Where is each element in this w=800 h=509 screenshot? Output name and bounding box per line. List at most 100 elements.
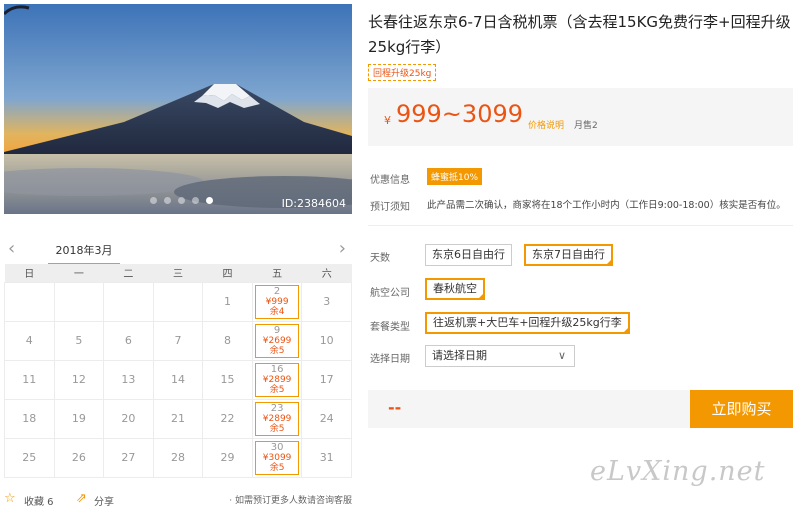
currency-symbol: ¥ (384, 114, 391, 127)
star-icon[interactable]: ☆ (4, 491, 16, 506)
day-stock: 余4 (269, 306, 285, 317)
chevron-down-icon: ∨ (557, 349, 566, 362)
calendar-day: 14 (152, 359, 204, 400)
calendar-week-row: 1 2 ¥999 余4 3 (4, 281, 352, 322)
day-number: 12 (71, 373, 86, 386)
day-number: 17 (319, 373, 334, 386)
calendar-day (103, 281, 154, 322)
day-number: 10 (319, 334, 334, 347)
date-select-value: 请选择日期 (432, 349, 487, 362)
day-stock: 余5 (269, 345, 285, 356)
day-price: ¥999 (265, 296, 289, 307)
calendar-day: 12 (53, 359, 105, 400)
option-package[interactable]: 往返机票+大巴车+回程升级25kg行李 (425, 312, 630, 334)
calendar-day: 22 (202, 398, 253, 439)
calendar-day: 31 (301, 437, 352, 478)
buy-now-button[interactable]: 立即购买 (690, 390, 793, 428)
calendar-day: 1 (202, 281, 253, 322)
calendar-day: 28 (152, 437, 204, 478)
option-airline[interactable]: 春秋航空 (425, 278, 485, 300)
carousel-dot-active[interactable] (206, 197, 213, 204)
price-note-link[interactable]: 价格说明 (528, 118, 564, 131)
day-number: 5 (75, 334, 83, 347)
day-number: 11 (22, 373, 37, 386)
option-days-6[interactable]: 东京6日自由行 (425, 244, 512, 266)
carousel-dot[interactable] (192, 197, 199, 204)
day-number: 24 (319, 412, 334, 425)
day-price-box[interactable]: 16 ¥2899 余5 (255, 362, 300, 397)
collect-button[interactable]: 收藏 6 (24, 493, 54, 508)
option-days-7[interactable]: 东京7日自由行 (524, 244, 613, 266)
share-button[interactable]: 分享 (94, 493, 114, 508)
calendar-day: 4 (4, 320, 55, 361)
calendar-day: 5 (53, 320, 105, 361)
promo-badge: 蜂蜜抵10% (427, 168, 483, 185)
calendar-day: 7 (152, 320, 204, 361)
day-stock: 余5 (269, 423, 285, 434)
calendar-day: 18 (4, 398, 55, 439)
calendar-day (53, 281, 105, 322)
calendar-week-row: 4 5 6 7 8 9 ¥2699 余5 10 (4, 320, 352, 361)
calendar-day-available[interactable]: 30 ¥3099 余5 (251, 437, 303, 478)
day-number: 22 (220, 412, 235, 425)
date-label: 选择日期 (370, 354, 410, 365)
weekday-label: 二 (103, 264, 154, 282)
calendar-day: 26 (53, 437, 105, 478)
calendar-day-available[interactable]: 2 ¥999 余4 (251, 281, 303, 322)
weekday-label: 日 (4, 264, 55, 282)
calendar-day-available[interactable]: 9 ¥2699 余5 (251, 320, 303, 361)
calendar-day (152, 281, 204, 322)
day-number: 6 (124, 334, 132, 347)
weekday-label: 一 (54, 264, 104, 282)
chevron-right-icon[interactable]: › (339, 238, 346, 259)
days-label: 天数 (370, 253, 390, 264)
share-icon[interactable]: ⇗ (76, 491, 87, 506)
day-number: 9 (273, 324, 281, 336)
group-booking-note: · 如需预订更多人数请咨询客服 (229, 496, 352, 506)
day-price-box[interactable]: 9 ¥2699 余5 (255, 323, 300, 358)
date-select[interactable]: 请选择日期 ∨ (425, 345, 575, 367)
calendar-day-available[interactable]: 23 ¥2899 余5 (251, 398, 303, 439)
day-number: 14 (170, 373, 185, 386)
product-title: 长春往返东京6-7日含税机票（含去程15KG免费行李+回程升级25kg行李） (368, 13, 791, 56)
weekday-label: 五 (252, 264, 302, 282)
carousel-dot[interactable] (178, 197, 185, 204)
day-number: 30 (270, 441, 284, 453)
calendar-day: 11 (4, 359, 55, 400)
day-price-box[interactable]: 2 ¥999 余4 (255, 284, 300, 319)
day-number: 28 (170, 451, 185, 464)
day-number: 16 (270, 363, 284, 375)
day-number: 2 (273, 285, 281, 297)
weekday-row: 日 一 二 三 四 五 六 (4, 264, 352, 282)
calendar-day: 24 (301, 398, 352, 439)
day-number: 8 (224, 334, 232, 347)
carousel-dot[interactable] (150, 197, 157, 204)
calendar-day: 20 (103, 398, 154, 439)
calendar-week-row: 18 19 20 21 22 23 ¥2899 余5 24 (4, 398, 352, 439)
day-number: 25 (22, 451, 37, 464)
day-price-box[interactable]: 23 ¥2899 余5 (255, 401, 300, 436)
calendar-month: 2018年3月 (48, 242, 120, 265)
day-number: 4 (25, 334, 33, 347)
calendar-day-available[interactable]: 16 ¥2899 余5 (251, 359, 303, 400)
calendar-day: 8 (202, 320, 253, 361)
day-number: 18 (22, 412, 37, 425)
package-label: 套餐类型 (370, 322, 410, 333)
calendar-week-row: 11 12 13 14 15 16 ¥2899 余5 17 (4, 359, 352, 400)
price-box: ¥ 999~3099 价格说明 月售2 (368, 88, 793, 146)
day-price: ¥2899 (262, 374, 292, 385)
calendar-day: 25 (4, 437, 55, 478)
weekday-label: 三 (153, 264, 203, 282)
watermark: eLvXing.net (590, 456, 766, 487)
chevron-left-icon[interactable]: ‹ (8, 238, 15, 259)
carousel-dot[interactable] (164, 197, 171, 204)
calendar-day: 13 (103, 359, 154, 400)
day-number: 19 (71, 412, 86, 425)
booking-notice: 此产品需二次确认，商家将在18个工作小时内（工作日9:00-18:00）核实是否… (427, 200, 786, 211)
mount-fuji-photo (4, 4, 352, 214)
day-price-box[interactable]: 30 ¥3099 余5 (255, 440, 300, 475)
day-number: 20 (121, 412, 136, 425)
carousel-dots (150, 197, 213, 204)
day-number: 29 (220, 451, 235, 464)
day-price: ¥2699 (262, 335, 292, 346)
